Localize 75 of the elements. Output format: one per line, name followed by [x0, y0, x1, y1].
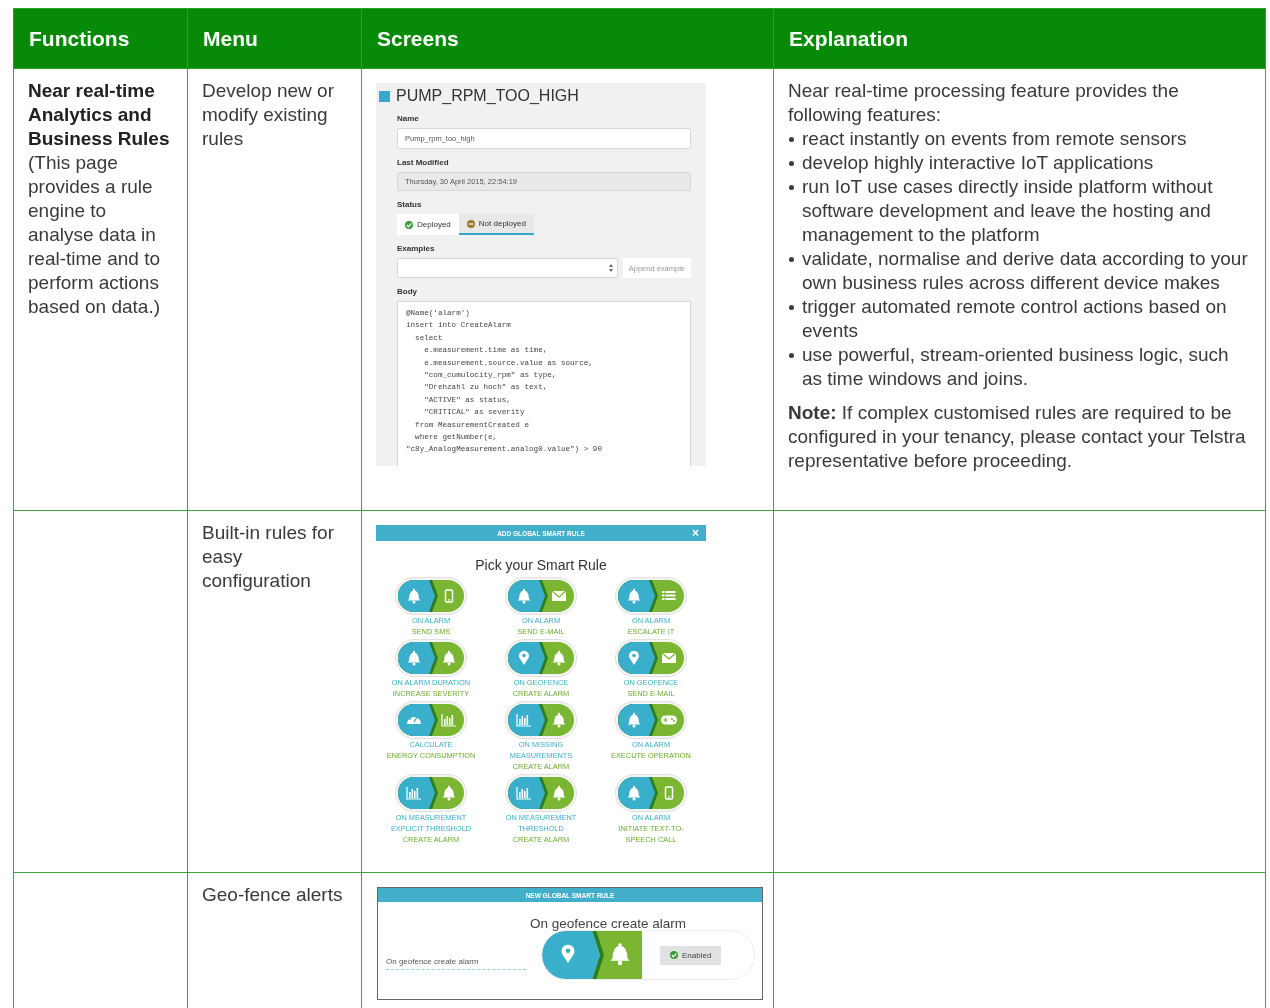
bell-icon [552, 785, 566, 801]
bullet-text: use powerful, stream-oriented business logic, such as time windows and joins. [802, 343, 1230, 391]
bullet-dot [789, 161, 794, 166]
column-header: Explanation [773, 8, 1266, 69]
bell-icon [407, 588, 421, 604]
envelope-icon [551, 590, 567, 601]
explanation-intro: Near real-time processing feature provides the following features: [788, 79, 1180, 127]
bullet-dot [789, 185, 794, 190]
bar-chart-icon [516, 713, 532, 727]
bullet-dot [789, 305, 794, 310]
field-label: Examples [397, 244, 436, 254]
note-text: Note: If complex customised rules are required to be configured in your tenancy, please contact your Telstra representative before proceeding. [788, 401, 1247, 473]
rule-button[interactable] [615, 774, 687, 812]
column-header: Functions [13, 8, 188, 69]
bell-icon [627, 588, 641, 604]
menu-text: Geo-fence alerts [202, 883, 344, 907]
menu-text: Develop new or modify existing rules [202, 79, 336, 151]
bell-icon [407, 650, 421, 666]
status-tab[interactable]: Not deployed [458, 214, 534, 235]
bullet-dot [789, 137, 794, 142]
bell-icon [552, 650, 566, 666]
list-icon [662, 591, 676, 600]
bell-icon [517, 588, 531, 604]
bell-icon [627, 712, 641, 728]
rule-button[interactable] [505, 774, 577, 812]
rule-button[interactable] [615, 639, 687, 677]
minus-circle-icon [466, 219, 475, 228]
envelope-icon [661, 652, 677, 663]
rule-button[interactable] [505, 577, 577, 615]
bullet-dot [789, 257, 794, 262]
field-label: Name [397, 114, 420, 124]
bell-icon [442, 650, 456, 666]
rule-button[interactable] [395, 774, 467, 812]
menu-text: Built-in rules for easy configuration [202, 521, 335, 593]
bell-icon [627, 785, 641, 801]
phone-icon [444, 589, 454, 603]
bullet-dot [789, 353, 794, 358]
updown-caret-icon [608, 264, 613, 272]
rule-button[interactable] [615, 577, 687, 615]
column-header: Menu [187, 8, 362, 69]
gamepad-icon [661, 715, 677, 725]
bar-chart-icon [406, 786, 422, 800]
rule-button[interactable] [395, 577, 467, 615]
dialog-heading: Pick your Smart Rule [474, 557, 608, 573]
square-icon [379, 90, 390, 102]
name-field[interactable]: On geofence create alarm [386, 956, 526, 970]
field-label: Body [397, 287, 418, 297]
field-label: Last Modified [397, 158, 450, 168]
rule-button[interactable] [505, 701, 577, 739]
bell-icon [610, 943, 630, 966]
function-description: (This page provides a rule engine to analyse data in real-time and to perform actions based on data.) [28, 151, 162, 319]
rule-button[interactable] [395, 701, 467, 739]
bell-icon [442, 785, 456, 801]
map-pin-icon [629, 650, 639, 665]
bell-icon [552, 712, 566, 728]
rule-title: On geofence create alarm [530, 916, 688, 931]
column-header: Screens [361, 8, 774, 69]
function-title: Near real-time Analytics and Business Rules [28, 79, 171, 151]
check-circle-icon [405, 220, 413, 229]
enabled-button[interactable]: Enabled [660, 945, 722, 965]
rule-title: PUMP_RPM_TOO_HIGH [396, 87, 579, 105]
gauge-icon [407, 715, 421, 724]
map-pin-icon [519, 650, 529, 665]
bullet-text: react instantly on events from remote sensors [802, 127, 1187, 151]
rule-button[interactable] [395, 639, 467, 677]
bar-chart-icon [441, 713, 457, 727]
rule-button[interactable] [615, 701, 687, 739]
bullet-text: develop highly interactive IoT applications [802, 151, 1154, 175]
rule-button[interactable] [505, 639, 577, 677]
check-circle-icon [670, 951, 678, 959]
status-tab[interactable]: Deployed [397, 214, 459, 235]
map-pin-icon [561, 944, 575, 964]
field-label: Status [397, 200, 423, 210]
phone-icon [664, 786, 674, 800]
bar-chart-icon [516, 786, 532, 800]
